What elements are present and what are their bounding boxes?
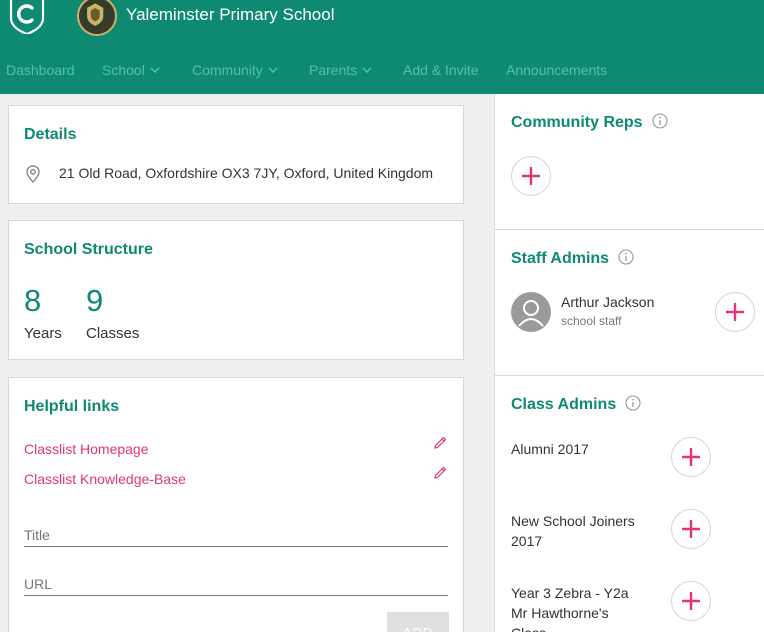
years-count: 8 — [24, 283, 42, 318]
helpful-links-card: Helpful links Classlist Homepage Classli… — [8, 377, 464, 632]
right-panel: Community Reps Staff Admins Arthur Jacks… — [494, 94, 764, 632]
nav-label: Add & Invite — [403, 62, 479, 78]
avatar — [511, 292, 551, 332]
link-title-input[interactable] — [24, 523, 448, 547]
nav-label: Parents — [309, 62, 358, 78]
school-name[interactable]: Yaleminster Primary School — [126, 5, 334, 25]
info-icon[interactable] — [618, 249, 634, 265]
plus-icon — [682, 448, 700, 466]
nav-announcements[interactable]: Announcements — [506, 62, 607, 78]
info-icon[interactable] — [625, 395, 641, 411]
school-structure-card: School Structure 8 Years 9 Classes — [8, 220, 464, 360]
school-crest-icon — [77, 0, 117, 36]
class-name: Alumni 2017 — [511, 441, 589, 457]
pencil-icon[interactable] — [432, 435, 448, 451]
class-admins-section: Class Admins Alumni 2017 New School Join… — [495, 376, 764, 632]
nav-dashboard[interactable]: Dashboard — [6, 62, 75, 78]
staff-admins-title: Staff Admins — [511, 250, 610, 267]
class-name: Year 3 Zebra - Y2a Mr Hawthorne's Class — [511, 585, 629, 632]
add-class-admin-button[interactable] — [671, 509, 711, 549]
add-staff-admin-button[interactable] — [715, 292, 755, 332]
staff-admins-section: Staff Admins Arthur Jackson school staff — [495, 230, 764, 376]
nav-label: School — [102, 62, 145, 78]
info-icon[interactable] — [652, 113, 668, 129]
plus-icon — [522, 167, 540, 185]
plus-icon — [682, 592, 700, 610]
nav-label: Community — [192, 62, 263, 78]
community-reps-section: Community Reps — [495, 94, 764, 230]
nav-add-invite[interactable]: Add & Invite — [403, 62, 479, 78]
location-pin-icon — [26, 165, 40, 183]
school-address: 21 Old Road, Oxfordshire OX3 7JY, Oxford… — [59, 165, 434, 181]
staff-member-role: school staff — [561, 314, 622, 328]
add-class-admin-button[interactable] — [671, 581, 711, 621]
chevron-down-icon — [268, 67, 278, 74]
classes-label: Classes — [86, 325, 140, 342]
plus-icon — [682, 520, 700, 538]
link-classlist-knowledge-base[interactable]: Classlist Knowledge-Base — [24, 471, 186, 487]
class-admins-title: Class Admins — [511, 396, 617, 413]
pencil-icon[interactable] — [432, 465, 448, 481]
add-class-admin-button[interactable] — [671, 437, 711, 477]
community-reps-title: Community Reps — [511, 114, 643, 131]
classes-count: 9 — [86, 283, 104, 318]
nav-community[interactable]: Community — [192, 62, 278, 78]
plus-icon — [726, 303, 744, 321]
nav-label: Announcements — [506, 62, 608, 78]
helpful-links-title: Helpful links — [24, 398, 120, 415]
classlist-logo-icon[interactable] — [7, 0, 47, 34]
staff-member-name[interactable]: Arthur Jackson — [561, 294, 654, 310]
details-card: Details 21 Old Road, Oxfordshire OX3 7JY… — [8, 105, 464, 204]
chevron-down-icon — [150, 67, 160, 74]
structure-title: School Structure — [24, 241, 153, 258]
nav-parents[interactable]: Parents — [309, 62, 372, 78]
link-classlist-homepage[interactable]: Classlist Homepage — [24, 441, 149, 457]
details-title: Details — [24, 126, 77, 143]
nav-school[interactable]: School — [102, 62, 160, 78]
years-label: Years — [24, 325, 62, 342]
class-name: New School Joiners 2017 — [511, 513, 635, 549]
chevron-down-icon — [362, 67, 372, 74]
nav-label: Dashboard — [6, 62, 75, 78]
top-header: Yaleminster Primary School Dashboard Sch… — [0, 0, 764, 94]
add-link-button[interactable]: ADD — [387, 612, 449, 632]
link-url-input[interactable] — [24, 572, 448, 596]
add-community-rep-button[interactable] — [511, 156, 551, 196]
